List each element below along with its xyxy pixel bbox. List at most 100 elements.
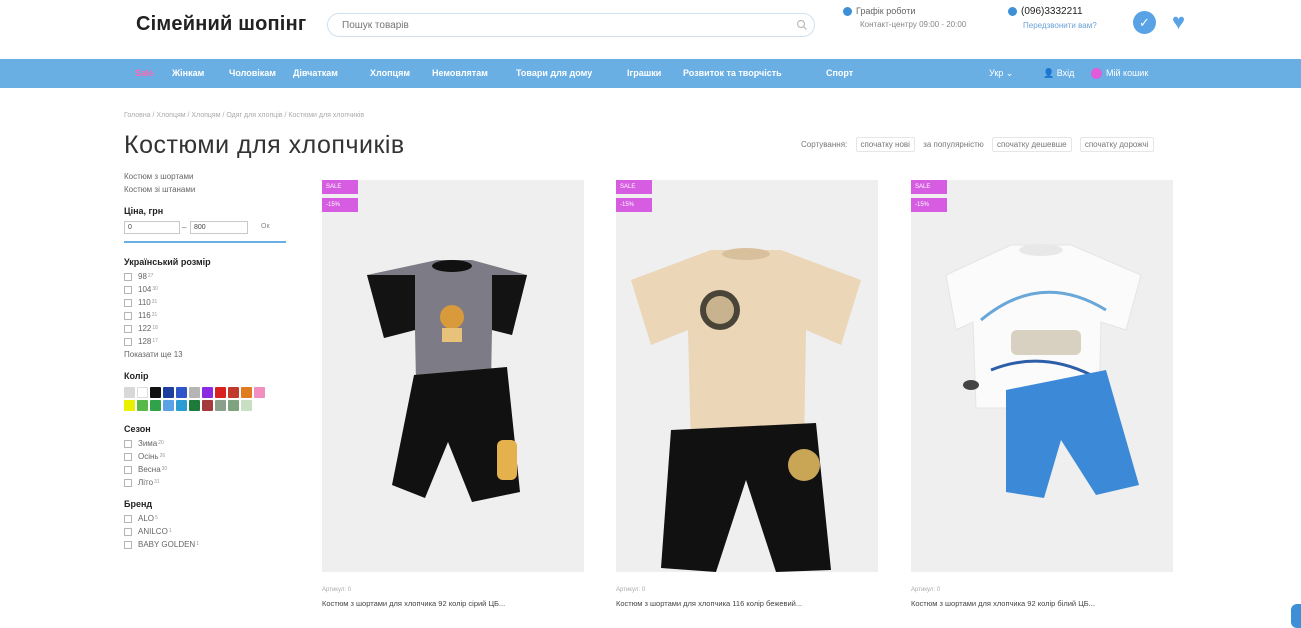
discount-badge: -15% (616, 198, 652, 212)
color-swatch[interactable] (241, 387, 252, 398)
nav-item-home[interactable]: Товари для дому (516, 68, 592, 78)
color-swatch[interactable] (215, 387, 226, 398)
checkbox[interactable] (124, 298, 132, 307)
language-label: Укр (989, 68, 1004, 78)
color-swatch[interactable] (137, 387, 148, 398)
size-count: 17 (152, 338, 158, 344)
search-input[interactable] (342, 14, 782, 36)
color-swatch[interactable] (137, 400, 148, 411)
nav-item-sport[interactable]: Спорт (826, 68, 853, 78)
checkbox[interactable] (124, 478, 132, 487)
color-swatch[interactable] (176, 387, 187, 398)
login-label: Вхід (1056, 68, 1075, 78)
nav-item-toys[interactable]: Іграшки (627, 68, 661, 78)
product-name[interactable]: Костюм з шортами для хлопчика 92 колір б… (911, 599, 1173, 608)
checkbox[interactable] (124, 311, 132, 320)
brand-option[interactable]: ALO5 (124, 512, 289, 525)
checkbox[interactable] (124, 514, 132, 523)
checkbox[interactable] (124, 337, 132, 346)
size-label: 116 (138, 311, 151, 320)
brand-filter-list: ALO5 ANILCO1 BABY GOLDEN1 (124, 512, 289, 551)
product-card[interactable]: SALE -15% Артикул: 0 Костюм з шортами дл… (911, 180, 1173, 608)
size-option[interactable]: 10430 (124, 283, 289, 296)
product-name[interactable]: Костюм з шортами для хлопчика 116 колір … (616, 599, 878, 608)
category-link-pants[interactable]: Костюм зі штанами (124, 183, 289, 196)
price-ok-button[interactable]: Ок (261, 223, 270, 230)
size-option[interactable]: 11031 (124, 296, 289, 309)
filter-sidebar: Костюм з шортами Костюм зі штанами Ціна,… (124, 170, 289, 551)
sort-option-popular[interactable]: за популярністю (923, 140, 984, 149)
season-option[interactable]: Весна30 (124, 463, 289, 476)
price-range: – Ок (124, 221, 289, 236)
login-link[interactable]: 👤 Вхід (1043, 68, 1074, 79)
color-swatch[interactable] (124, 387, 135, 398)
checkbox[interactable] (124, 324, 132, 333)
nav-item-babies[interactable]: Немовлятам (432, 68, 488, 78)
season-option[interactable]: Зима20 (124, 437, 289, 450)
color-swatch[interactable] (189, 400, 200, 411)
search-icon[interactable] (796, 19, 808, 31)
cart-link[interactable]: Мій кошик (1091, 68, 1148, 80)
checkbox[interactable] (124, 452, 132, 461)
nav-item-boys[interactable]: Хлопцям (370, 68, 410, 78)
show-more-sizes[interactable]: Показати ще 13 (124, 348, 289, 361)
price-min-input[interactable] (124, 221, 180, 234)
color-swatch[interactable] (215, 400, 226, 411)
checkbox[interactable] (124, 439, 132, 448)
product-card[interactable]: SALE -15% Артикул: 0 Костюм з шортами дл… (322, 180, 584, 608)
checkbox[interactable] (124, 465, 132, 474)
nav-item-sale[interactable]: Sale (135, 68, 154, 78)
size-option[interactable]: 12218 (124, 322, 289, 335)
size-option[interactable]: 11631 (124, 309, 289, 322)
color-swatch[interactable] (150, 387, 161, 398)
product-image[interactable]: SALE -15% (911, 180, 1173, 572)
sort-option-cheaper[interactable]: спочатку дешевше (991, 137, 1072, 152)
breadcrumb[interactable]: Головна / Хлопцям / Хлопцям / Одяг для х… (124, 112, 364, 119)
nav-item-women[interactable]: Жінкам (172, 68, 204, 78)
color-swatch[interactable] (254, 387, 265, 398)
color-swatch[interactable] (202, 400, 213, 411)
compare-icon[interactable]: ✓ (1133, 11, 1156, 34)
color-swatch[interactable] (228, 400, 239, 411)
checkbox[interactable] (124, 527, 132, 536)
size-option[interactable]: 9827 (124, 270, 289, 283)
color-swatch[interactable] (163, 387, 174, 398)
callback-link[interactable]: Передзвонити вам? (1023, 21, 1097, 30)
color-swatch[interactable] (202, 387, 213, 398)
sort-option-expensive[interactable]: спочатку дорожчі (1079, 137, 1154, 152)
color-swatch[interactable] (228, 387, 239, 398)
season-option[interactable]: Літо31 (124, 476, 289, 489)
checkbox[interactable] (124, 540, 132, 549)
color-swatch[interactable] (189, 387, 200, 398)
brand-count: 5 (155, 515, 158, 521)
language-select[interactable]: Укр ⌄ (989, 68, 1013, 79)
nav-item-development[interactable]: Розвиток та творчість (683, 68, 782, 78)
category-link-shorts[interactable]: Костюм з шортами (124, 170, 289, 183)
size-option[interactable]: 12817 (124, 335, 289, 348)
brand-option[interactable]: BABY GOLDEN1 (124, 538, 289, 551)
product-image[interactable]: SALE -15% (616, 180, 878, 572)
color-swatch[interactable] (176, 400, 187, 411)
season-option[interactable]: Осінь26 (124, 450, 289, 463)
nav-item-men[interactable]: Чоловікам (229, 68, 276, 78)
site-logo[interactable]: Сімейний шопінг (136, 13, 306, 36)
color-swatch[interactable] (163, 400, 174, 411)
nav-item-girls[interactable]: Дівчаткам (293, 68, 338, 78)
price-slider[interactable] (124, 241, 286, 243)
brand-option[interactable]: ANILCO1 (124, 525, 289, 538)
product-card[interactable]: SALE -15% Артикул: 0 Костюм з шортами дл… (616, 180, 878, 608)
season-label: Весна (138, 465, 161, 474)
sort-option-new[interactable]: спочатку нові (855, 137, 915, 152)
color-swatch[interactable] (124, 400, 135, 411)
chat-widget-button[interactable] (1291, 604, 1301, 628)
price-max-input[interactable] (190, 221, 248, 234)
search-box[interactable] (327, 13, 815, 37)
color-swatch[interactable] (150, 400, 161, 411)
wishlist-heart-icon[interactable]: ♥ (1167, 11, 1190, 34)
product-image[interactable]: SALE -15% (322, 180, 584, 572)
product-name[interactable]: Костюм з шортами для хлопчика 92 колір с… (322, 599, 584, 608)
phone-number[interactable]: (096)3332211 (1021, 6, 1083, 17)
checkbox[interactable] (124, 272, 132, 281)
color-swatch[interactable] (241, 400, 252, 411)
checkbox[interactable] (124, 285, 132, 294)
